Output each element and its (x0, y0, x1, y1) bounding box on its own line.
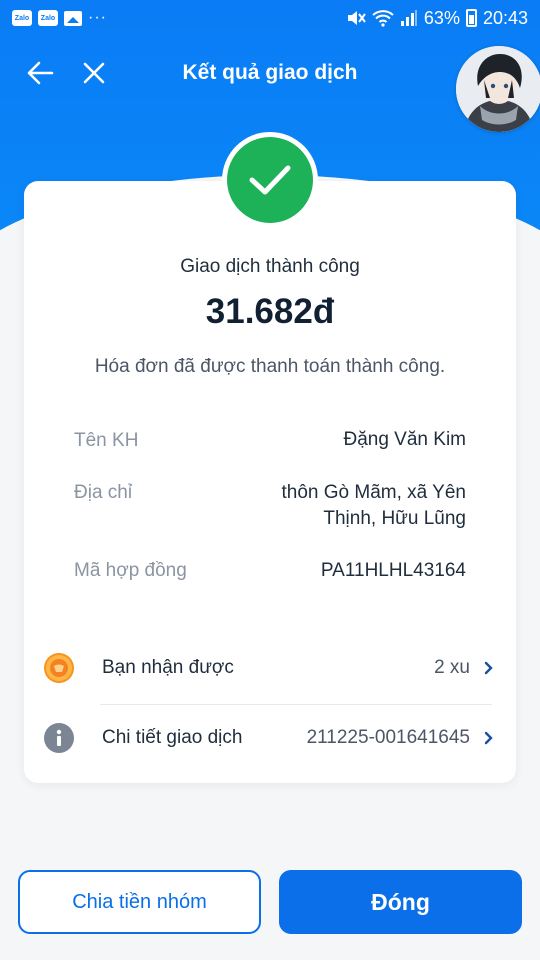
reward-row[interactable]: Bạn nhận được 2 xu (44, 638, 496, 698)
divider (100, 704, 492, 705)
success-badge (222, 132, 318, 228)
status-bar: Zalo Zalo ··· 63% 20:43 (0, 0, 540, 36)
back-button[interactable] (20, 53, 60, 93)
zalo-notification-icon: Zalo (38, 10, 58, 26)
wifi-icon (372, 10, 394, 27)
address-value: thôn Gò Mãm, xã Yên Thịnh, Hữu Lũng (282, 480, 466, 532)
close-done-button[interactable]: Đóng (279, 870, 522, 934)
arrow-left-icon (27, 61, 54, 85)
close-button[interactable] (74, 53, 114, 93)
transaction-detail-label: Chi tiết giao dịch (102, 727, 243, 748)
address-label: Địa chỉ (74, 482, 133, 503)
address-line-2: Thịnh, Hữu Lũng (323, 508, 466, 529)
transaction-amount: 31.682đ (205, 292, 335, 331)
address-line-1: thôn Gò Mãm, xã Yên (281, 482, 466, 503)
signal-icon (400, 10, 417, 26)
transaction-detail-row[interactable]: Chi tiết giao dịch 211225-001641645 (44, 708, 496, 768)
split-bill-button[interactable]: Chia tiền nhóm (18, 870, 261, 934)
avatar[interactable] (456, 46, 540, 132)
chevron-right-icon (484, 731, 496, 745)
info-icon (44, 723, 74, 753)
zalo-notification-icon: Zalo (12, 10, 32, 26)
battery-icon (465, 9, 477, 27)
reward-value: 2 xu (434, 657, 470, 678)
battery-percent: 63% (423, 7, 460, 28)
transaction-message: Hóa đơn đã được thanh toán thành công. (94, 356, 446, 377)
avatar-image (456, 46, 540, 132)
coin-icon (44, 653, 74, 683)
close-icon (83, 62, 105, 84)
chevron-right-icon (484, 661, 496, 675)
checkmark-icon (249, 165, 291, 195)
more-notifications-indicator: ··· (88, 9, 107, 26)
transaction-id: 211225-001641645 (306, 727, 470, 748)
reward-label: Bạn nhận được (102, 657, 234, 678)
contract-code-label: Mã hợp đồng (74, 560, 187, 581)
customer-name-label: Tên KH (74, 430, 139, 451)
clock: 20:43 (482, 7, 528, 28)
mute-icon (347, 11, 366, 25)
gallery-icon (64, 10, 82, 26)
contract-code-value: PA11HLHL43164 (320, 560, 466, 581)
customer-name-value: Đặng Văn Kim (343, 429, 466, 450)
transaction-status: Giao dịch thành công (180, 256, 360, 277)
